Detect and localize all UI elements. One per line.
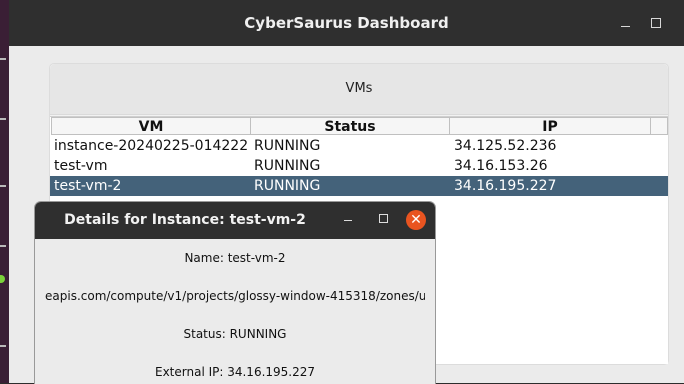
column-header-status[interactable]: Status bbox=[250, 117, 450, 135]
vm-table-header: VM Status IP bbox=[50, 117, 668, 136]
detail-status: Status: RUNNING bbox=[183, 327, 287, 341]
column-header-ip[interactable]: IP bbox=[449, 117, 651, 135]
vm-ip-cell: 34.125.52.236 bbox=[454, 138, 557, 154]
detail-self-link: eapis.com/compute/v1/projects/glossy-win… bbox=[45, 289, 425, 303]
details-body: Name: test-vm-2 eapis.com/compute/v1/pro… bbox=[35, 239, 435, 384]
desktop-indicator bbox=[0, 275, 5, 283]
vm-ip-cell: 34.16.153.26 bbox=[454, 158, 548, 174]
desktop-mark bbox=[0, 245, 6, 247]
details-titlebar: Details for Instance: test-vm-2 ✕ bbox=[35, 202, 435, 239]
vm-status-cell: RUNNING bbox=[254, 178, 321, 194]
minimize-icon[interactable] bbox=[344, 220, 352, 221]
vm-name-cell: test-vm bbox=[54, 158, 108, 174]
maximize-icon[interactable] bbox=[647, 14, 665, 32]
detail-external-ip: External IP: 34.16.195.227 bbox=[154, 365, 316, 379]
column-header-vm[interactable]: VM bbox=[51, 117, 251, 135]
main-window-title: CyberSaurus Dashboard bbox=[244, 14, 449, 32]
table-row-selected[interactable]: test-vm-2 RUNNING 34.16.195.227 bbox=[50, 176, 668, 196]
desktop-mark bbox=[0, 345, 6, 347]
maximize-icon[interactable] bbox=[379, 214, 388, 223]
vm-status-cell: RUNNING bbox=[254, 138, 321, 154]
detail-name: Name: test-vm-2 bbox=[184, 251, 286, 265]
vms-panel-title: VMs bbox=[345, 81, 373, 96]
vm-status-cell: RUNNING bbox=[254, 158, 321, 174]
vms-panel-header: VMs bbox=[50, 64, 668, 115]
table-row[interactable]: instance-20240225-014222 RUNNING 34.125.… bbox=[50, 136, 668, 156]
main-titlebar: CyberSaurus Dashboard bbox=[9, 0, 684, 46]
vm-name-cell: test-vm-2 bbox=[54, 178, 122, 194]
minimize-icon[interactable] bbox=[617, 14, 635, 32]
close-icon[interactable]: ✕ bbox=[406, 210, 426, 230]
table-row[interactable]: test-vm RUNNING 34.16.153.26 bbox=[50, 156, 668, 176]
column-header-filler bbox=[650, 117, 668, 135]
details-window: Details for Instance: test-vm-2 ✕ Name: … bbox=[34, 201, 436, 384]
vm-name-cell: instance-20240225-014222 bbox=[54, 138, 249, 154]
details-window-title: Details for Instance: test-vm-2 bbox=[64, 212, 306, 228]
desktop-mark bbox=[0, 58, 6, 60]
desktop-edge bbox=[0, 0, 9, 383]
desktop-mark bbox=[0, 185, 6, 187]
desktop-mark bbox=[0, 118, 6, 120]
vm-ip-cell: 34.16.195.227 bbox=[454, 178, 557, 194]
